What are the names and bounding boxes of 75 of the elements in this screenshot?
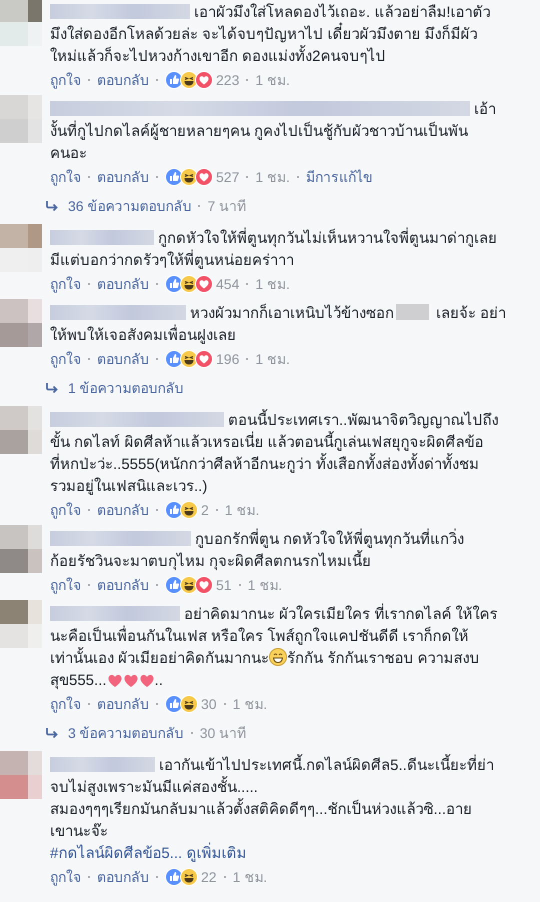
heart-icon <box>106 672 123 688</box>
comment-text: กูกดหัวใจให้พี่ตูนทุกวันไม่เห็นหวานใจพี่ตูนมาด่ากูเลย <box>158 230 497 247</box>
comment-text: รักกัน รักกันเราชอบ ความสงบ <box>287 650 480 667</box>
reply-link[interactable]: ตอบกลับ <box>97 166 149 188</box>
haha-icon <box>180 501 198 519</box>
like-link[interactable]: ถูกใจ <box>50 693 81 715</box>
avatar <box>0 600 42 648</box>
reaction-count: 527 <box>216 168 240 187</box>
like-link[interactable]: ถูกใจ <box>50 866 81 888</box>
comment-text: เลยจ้ะ อย่า <box>436 305 506 322</box>
see-more-link[interactable]: ดูเพิ่มเติม <box>186 845 246 862</box>
comment-text: เขานะจ๊ะ <box>50 823 108 840</box>
haha-icon <box>180 695 198 713</box>
heart-icon <box>122 672 139 688</box>
like-link[interactable]: ถูกใจ <box>50 574 81 596</box>
reply-arrow-icon <box>45 382 58 394</box>
avatar <box>0 525 42 573</box>
reply-arrow-icon <box>45 200 58 212</box>
reply-link[interactable]: ตอบกลับ <box>97 693 149 715</box>
reply-link[interactable]: ตอบกลับ <box>97 273 149 295</box>
reply-arrow-icon <box>45 727 58 739</box>
hashtag-link[interactable]: #กดไลน์ผิดศีลข้อ5... <box>50 845 182 862</box>
like-link[interactable]: ถูกใจ <box>50 499 81 521</box>
grin-icon <box>269 648 288 666</box>
avatar <box>0 751 42 799</box>
comment-time: 1 ชม. <box>224 501 260 520</box>
comment-text: เอ้า <box>474 101 496 118</box>
comment-text: คนอะ <box>50 145 87 162</box>
comment-time: 1 ชม. <box>232 695 268 714</box>
comment-time: 1 ชม. <box>255 275 290 294</box>
reaction-count: 454 <box>216 275 240 294</box>
like-link[interactable]: ถูกใจ <box>50 273 81 295</box>
comment-text: ให้พบให้เจอสังคมเพื่อนฝูงเลย <box>50 327 236 344</box>
reaction-count: 30 <box>201 695 217 714</box>
comment-text: นะคือเป็นเพื่อนกันในเฟส หรือใคร โพส์ถูกใจแคปชันดีดี เราก็กดให้ <box>50 628 469 645</box>
comment-text: กูบอกรักพี่ตูน กดหัวใจให้พี่ตูนทุกวันที่แกวิ่ง <box>195 531 464 548</box>
comment-text: หวงผัวมากก็เอาเหนิบไว้ข้างซอก <box>190 305 394 322</box>
reply-link[interactable]: ตอบกลับ <box>97 69 149 91</box>
reaction-count: 223 <box>216 71 240 90</box>
comment-time: 1 ชม. <box>248 576 282 595</box>
reaction-count: 2 <box>201 501 209 520</box>
comment-text: .. <box>154 672 163 689</box>
reply-time: 7 นาที <box>207 197 246 216</box>
like-link[interactable]: ถูกใจ <box>50 69 81 91</box>
reply-time: 30 นาที <box>200 724 246 743</box>
comment-text: สุข555... <box>50 672 107 689</box>
reply-link[interactable]: ตอบกลับ <box>97 866 149 888</box>
view-replies-link[interactable]: 1 ข้อความตอบกลับ <box>68 378 184 398</box>
view-replies-link[interactable]: 3 ข้อความตอบกลับ <box>68 723 184 743</box>
reply-link[interactable]: ตอบกลับ <box>97 499 149 521</box>
comment-time: 1 ชม. <box>255 71 290 90</box>
comment-time: 1 ชม. <box>255 168 290 187</box>
avatar <box>0 299 42 347</box>
comment-time: 1 ชม. <box>232 868 268 887</box>
comment-text: เอาผัวมึงใส่โหลดองไว้เถอะ. แล้วอย่าลืม!เอาตัว <box>194 4 491 21</box>
reply-link[interactable]: ตอบกลับ <box>97 574 149 596</box>
view-replies-link[interactable]: 36 ข้อความตอบกลับ <box>68 196 192 216</box>
edited-link[interactable]: มีการแก้ไข <box>306 166 373 188</box>
like-link[interactable]: ถูกใจ <box>50 166 81 188</box>
avatar <box>0 406 42 454</box>
avatar <box>0 224 42 272</box>
comment-text: รวมอยู่ในเฟสนิและเวร..) <box>50 478 208 495</box>
reply-link[interactable]: ตอบกลับ <box>97 348 149 370</box>
avatar <box>0 95 42 143</box>
comment-time: 1 ชม. <box>255 350 290 369</box>
avatar <box>0 0 42 46</box>
heart-icon <box>138 672 155 688</box>
blurred-word <box>396 304 429 320</box>
comment-text: มีแต่บอกว่ากดรัวๆให้พี่ตูนหน่อยคร่าาา <box>50 252 294 269</box>
reaction-count: 196 <box>216 350 240 369</box>
like-link[interactable]: ถูกใจ <box>50 348 81 370</box>
haha-icon <box>180 868 198 886</box>
reaction-count: 51 <box>216 576 232 595</box>
reaction-count: 22 <box>201 868 217 887</box>
comment-text: อย่าคิดมากนะ ผัวใครเมียใคร ที่เรากดไลค์ ให้ใคร <box>184 606 498 623</box>
